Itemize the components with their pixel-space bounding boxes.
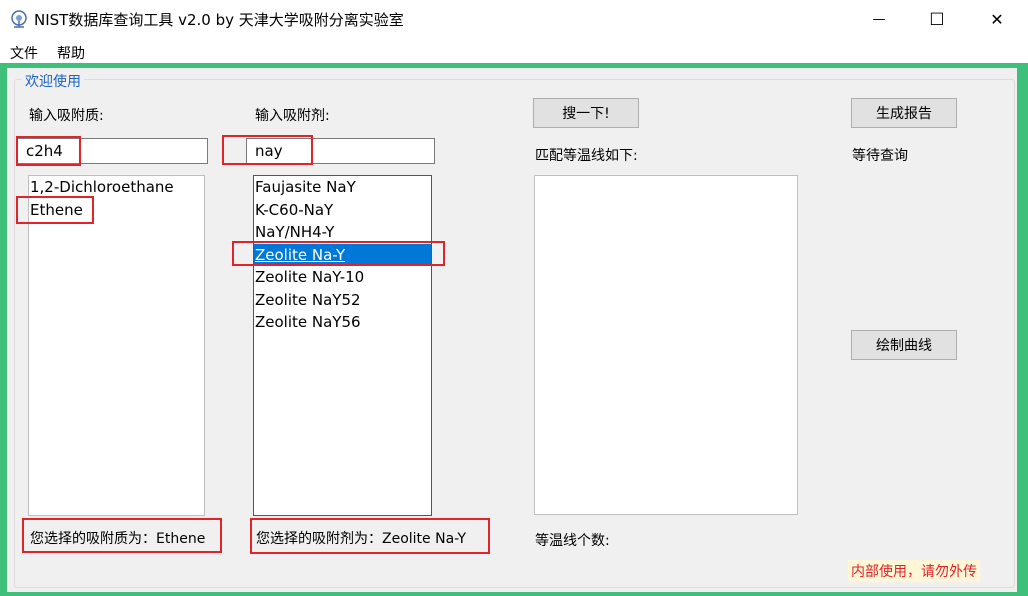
adsorbent-listbox[interactable]: Faujasite NaY K-C60-NaY NaY/NH4-Y Zeolit… bbox=[253, 175, 432, 516]
adsorbent-list-item[interactable]: K-C60-NaY bbox=[254, 199, 431, 222]
groupbox-title: 欢迎使用 bbox=[22, 71, 84, 91]
menu-help[interactable]: 帮助 bbox=[57, 43, 85, 63]
query-status-label: 等待查询 bbox=[852, 148, 908, 164]
highlight-box bbox=[222, 135, 313, 165]
highlight-box bbox=[250, 518, 490, 554]
internal-use-notice: 内部使用，请勿外传 bbox=[848, 560, 980, 582]
generate-report-button[interactable]: 生成报告 bbox=[851, 98, 957, 128]
maximize-button[interactable]: ☐ bbox=[914, 0, 960, 39]
adsorbent-list-item[interactable]: Zeolite NaY52 bbox=[254, 289, 431, 312]
highlight-box bbox=[16, 136, 81, 166]
menu-bar bbox=[0, 39, 1028, 63]
maximize-icon: ☐ bbox=[929, 9, 945, 30]
minimize-icon: — bbox=[872, 12, 886, 27]
isotherms-listbox[interactable] bbox=[534, 175, 798, 515]
isotherm-count-label: 等温线个数: bbox=[535, 533, 610, 549]
app-icon bbox=[11, 10, 27, 28]
adsorbent-list-item[interactable]: Zeolite NaY56 bbox=[254, 311, 431, 334]
highlight-box bbox=[22, 518, 222, 553]
adsorbate-listbox[interactable]: 1,2-Dichloroethane Ethene bbox=[28, 175, 205, 516]
title-bar[interactable]: NIST数据库查询工具 v2.0 by 天津大学吸附分离实验室 — ☐ ✕ bbox=[0, 0, 1028, 39]
adsorbent-label: 输入吸附剂: bbox=[255, 108, 330, 124]
adsorbate-label: 输入吸附质: bbox=[29, 108, 104, 124]
close-button[interactable]: ✕ bbox=[974, 0, 1020, 39]
highlight-box bbox=[16, 196, 94, 224]
plot-curve-button[interactable]: 绘制曲线 bbox=[851, 330, 957, 360]
adsorbent-list-item[interactable]: Faujasite NaY bbox=[254, 176, 431, 199]
minimize-button[interactable]: — bbox=[856, 0, 902, 39]
menu-file[interactable]: 文件 bbox=[10, 43, 38, 63]
search-button[interactable]: 搜一下! bbox=[533, 98, 639, 128]
window-title: NIST数据库查询工具 v2.0 by 天津大学吸附分离实验室 bbox=[34, 11, 404, 29]
highlight-box bbox=[232, 241, 445, 266]
close-icon: ✕ bbox=[990, 10, 1004, 29]
isotherms-label: 匹配等温线如下: bbox=[535, 148, 638, 164]
adsorbent-list-item[interactable]: Zeolite NaY-10 bbox=[254, 266, 431, 289]
